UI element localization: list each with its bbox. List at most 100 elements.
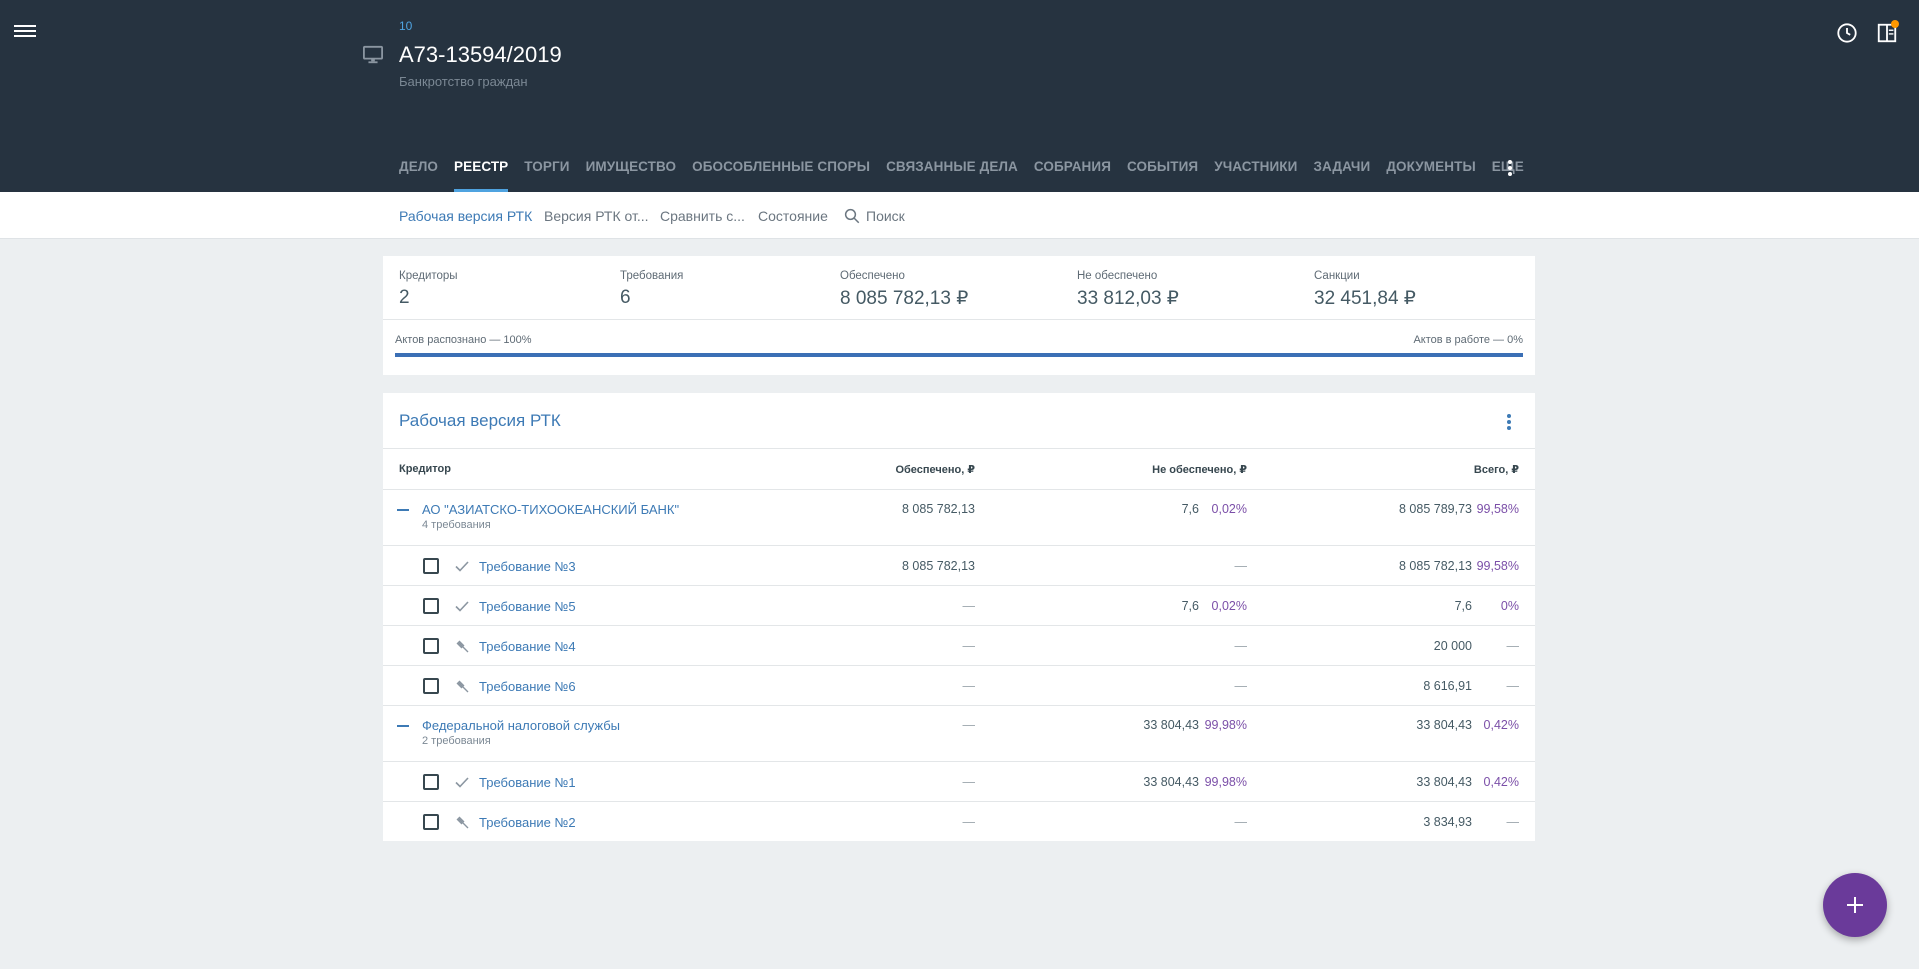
column-header-unsecured[interactable]: Не обеспечено, ₽ [1083, 463, 1247, 476]
subtab-state[interactable]: Состояние [758, 208, 828, 224]
stat-label: Не обеспечено [1077, 270, 1158, 282]
unsecured-value: 33 804,43 [1143, 775, 1199, 789]
claim-checkbox[interactable] [423, 598, 439, 614]
total-percent: 0,42% [1483, 775, 1519, 789]
stat-value: 8 085 782,13 ₽ [840, 288, 969, 309]
subtab-working-version[interactable]: Рабочая версия РТК [399, 208, 532, 224]
claim-row[interactable]: Требование №3 8 085 782,13 — 8 085 782,1… [383, 545, 1535, 585]
stat-label: Кредиторы [399, 270, 458, 282]
tab-property[interactable]: ИМУЩЕСТВО [586, 148, 677, 192]
total-value: 8 085 782,13 [1399, 559, 1472, 573]
creditor-name[interactable]: Федеральной налоговой службы [422, 718, 620, 733]
menu-icon[interactable] [14, 22, 36, 40]
claim-checkbox[interactable] [423, 774, 439, 790]
tab-meetings[interactable]: СОБРАНИЯ [1034, 148, 1111, 192]
tab-events[interactable]: СОБЫТИЯ [1127, 148, 1198, 192]
monitor-icon [363, 45, 383, 64]
search-input[interactable] [866, 204, 1066, 228]
card-title: Рабочая версия РТК [399, 411, 561, 430]
tab-registry[interactable]: РЕЕСТР [454, 148, 509, 192]
notification-dot [1891, 20, 1899, 28]
recognized-label: Актов распознано — 100% [395, 334, 532, 346]
collapse-icon[interactable] [397, 509, 409, 511]
total-percent: — [1506, 639, 1520, 653]
creditor-name[interactable]: АО "АЗИАТСКО-ТИХООКЕАНСКИЙ БАНК" [422, 502, 679, 517]
claim-checkbox[interactable] [423, 814, 439, 830]
claim-row[interactable]: Требование №6 — — 8 616,91 — [383, 665, 1535, 705]
claim-name[interactable]: Требование №5 [479, 599, 576, 614]
claim-row[interactable]: Требование №5 — 7,6 0,02% 7,6 0% [383, 585, 1535, 625]
more-vert-icon[interactable] [1503, 412, 1515, 432]
check-icon [455, 777, 469, 788]
add-button[interactable] [1823, 873, 1887, 937]
claim-row[interactable]: Требование №4 — — 20 000 — [383, 625, 1535, 665]
stat-label: Санкции [1314, 270, 1360, 282]
column-header-total[interactable]: Всего, ₽ [1363, 463, 1519, 476]
total-value: 8 085 789,73 [1399, 502, 1472, 516]
claim-name[interactable]: Требование №2 [479, 815, 576, 830]
divider [383, 319, 1535, 320]
tab-separate-disputes[interactable]: ОБОСОБЛЕННЫЕ СПОРЫ [692, 148, 870, 192]
stat-label: Требования [620, 270, 684, 282]
gavel-icon [456, 816, 469, 829]
column-header-secured[interactable]: Обеспечено, ₽ [823, 463, 975, 476]
total-value: 3 834,93 [1423, 815, 1472, 829]
more-vert-icon[interactable] [1504, 158, 1516, 178]
case-number: А73-13594/2019 [399, 42, 562, 67]
secured-value: — [962, 775, 976, 789]
total-percent: 0,42% [1483, 718, 1519, 732]
total-percent: 99,58% [1476, 502, 1519, 516]
recognition-progress [395, 353, 1523, 357]
tab-tasks[interactable]: ЗАДАЧИ [1313, 148, 1370, 192]
claim-name[interactable]: Требование №3 [479, 559, 576, 574]
clock-icon[interactable] [1836, 22, 1858, 44]
creditor-claims-count: 2 требования [422, 735, 491, 747]
unsecured-value: 7,6 [1181, 599, 1199, 613]
total-value: 7,6 [1454, 599, 1472, 613]
claim-checkbox[interactable] [423, 638, 439, 654]
stat-value: 33 812,03 ₽ [1077, 288, 1179, 309]
tab-participants[interactable]: УЧАСТНИКИ [1214, 148, 1297, 192]
unsecured-percent: 0,02% [1211, 502, 1247, 516]
tab-related-cases[interactable]: СВЯЗАННЫЕ ДЕЛА [886, 148, 1018, 192]
claim-name[interactable]: Требование №1 [479, 775, 576, 790]
secured-value: — [962, 639, 976, 653]
creditor-row: АО "АЗИАТСКО-ТИХООКЕАНСКИЙ БАНК" 4 требо… [383, 489, 1535, 545]
total-value: 8 616,91 [1423, 679, 1472, 693]
stat-sanctions: Санкции 32 451,84 ₽ [1314, 270, 1416, 310]
stat-secured: Обеспечено 8 085 782,13 ₽ [840, 270, 968, 310]
tab-case[interactable]: ДЕЛО [399, 148, 438, 192]
claim-row[interactable]: Требование №2 — — 3 834,93 — [383, 801, 1535, 841]
claim-name[interactable]: Требование №4 [479, 639, 576, 654]
secured-value: — [962, 599, 976, 613]
registry-card: Рабочая версия РТК Кредитор Обеспечено, … [383, 393, 1535, 841]
divider [383, 448, 1535, 449]
subtab-version-from[interactable]: Версия РТК от... [544, 208, 649, 224]
tab-auctions[interactable]: ТОРГИ [524, 148, 569, 192]
claim-checkbox[interactable] [423, 678, 439, 694]
gavel-icon [456, 640, 469, 653]
summary-card: Кредиторы 2 Требования 6 Обеспечено 8 08… [383, 256, 1535, 375]
unsecured-value: — [1234, 679, 1248, 693]
subtab-compare-with[interactable]: Сравнить с... [660, 208, 745, 224]
check-icon [455, 561, 469, 572]
claim-name[interactable]: Требование №6 [479, 679, 576, 694]
search-icon[interactable] [843, 207, 861, 225]
secured-value: — [962, 815, 976, 829]
tab-documents[interactable]: ДОКУМЕНТЫ [1386, 148, 1475, 192]
claim-row[interactable]: Требование №1 — 33 804,43 99,98% 33 804,… [383, 761, 1535, 801]
collapse-icon[interactable] [397, 725, 409, 727]
unsecured-percent: 99,98% [1204, 775, 1247, 789]
secured-value: 8 085 782,13 [902, 559, 975, 573]
column-header-creditor[interactable]: Кредитор [399, 463, 451, 475]
unsecured-value: — [1234, 639, 1248, 653]
stat-unsecured: Не обеспечено 33 812,03 ₽ [1077, 270, 1179, 310]
stat-creditors: Кредиторы 2 [399, 270, 458, 309]
total-value: 20 000 [1433, 639, 1472, 653]
gavel-icon [456, 680, 469, 693]
total-value: 33 804,43 [1416, 718, 1472, 732]
claim-checkbox[interactable] [423, 558, 439, 574]
registry-subbar: Рабочая версия РТК Версия РТК от... Срав… [0, 192, 1919, 239]
case-count[interactable]: 10 [399, 19, 412, 33]
unsecured-value: 7,6 [1181, 502, 1199, 516]
